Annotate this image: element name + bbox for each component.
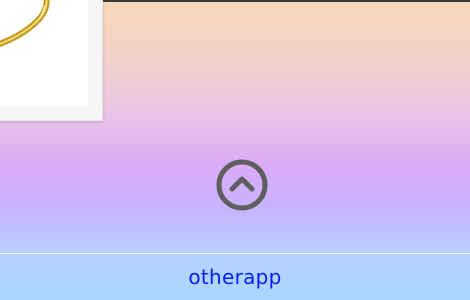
gold-ring-image: [0, 0, 50, 48]
otherapp-link[interactable]: otherapp: [0, 254, 470, 300]
chevron-up-circle-icon: [216, 159, 268, 211]
thumbnail-card[interactable]: [0, 0, 103, 121]
scroll-to-top-button[interactable]: [214, 157, 270, 213]
thumbnail-image-area: [0, 0, 88, 106]
